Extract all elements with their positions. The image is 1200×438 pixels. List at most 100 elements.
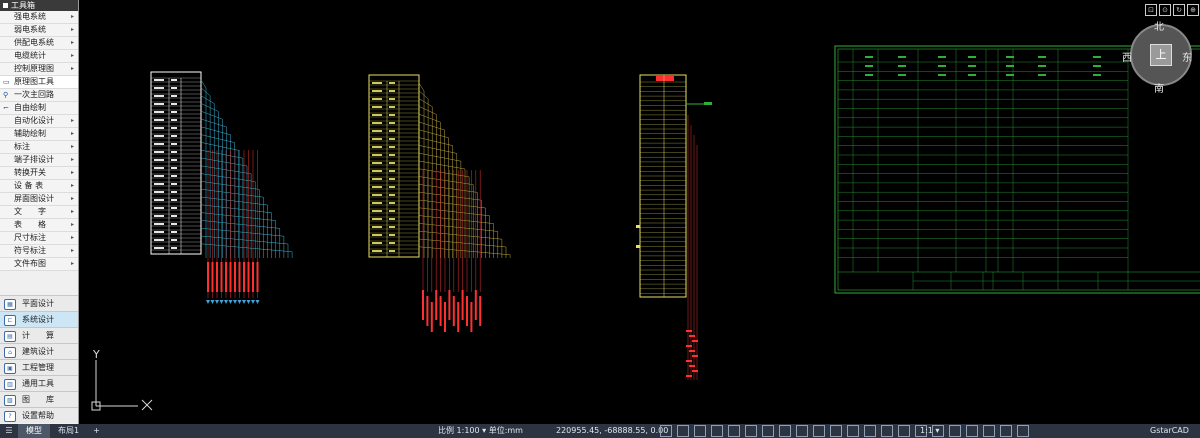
tab-layout1[interactable]: 布局1 <box>50 424 87 438</box>
category-button[interactable]: ▧ 图 库 <box>0 391 78 407</box>
toolbox-menu-item[interactable]: 标注 ▸ <box>0 141 78 154</box>
scale-selector[interactable]: 比例 1:100 ▾ 单位:mm <box>438 424 523 438</box>
status-toggle-icon[interactable] <box>813 425 825 437</box>
table-text-mark <box>154 151 164 153</box>
table-text-mark <box>389 218 395 220</box>
toolbox-menu-item[interactable]: 文件布图 ▸ <box>0 258 78 271</box>
view-cube-top-face[interactable]: 上 <box>1150 44 1172 66</box>
menu-item-label: 供配电系统 <box>14 38 54 47</box>
status-toggle-icon[interactable] <box>1017 425 1029 437</box>
tab-model[interactable]: 模型 <box>18 424 50 438</box>
toolbox-menu-item[interactable]: 强电系统 ▸ <box>0 11 78 24</box>
category-button[interactable]: ▣ 工程管理 <box>0 359 78 375</box>
submenu-arrow-icon: ▸ <box>70 221 74 228</box>
wire-arrow <box>237 300 242 304</box>
category-button[interactable]: ▤ 计 算 <box>0 327 78 343</box>
wire-label <box>430 302 433 332</box>
toolbox-menu-item[interactable]: 弱电系统 ▸ <box>0 24 78 37</box>
status-toggle-icon[interactable] <box>1000 425 1012 437</box>
menu-item-label: 一次主回路 <box>14 90 54 99</box>
view-cube-south[interactable]: 南 <box>1154 80 1164 95</box>
wire-arrow <box>224 300 228 304</box>
wire-label <box>247 262 250 292</box>
menu-icon[interactable]: ☰ <box>0 424 18 438</box>
status-toggle-icon[interactable] <box>949 425 961 437</box>
toolbox-menu-item[interactable]: 控制原理图 ▸ <box>0 63 78 76</box>
view-tool-icon[interactable]: ⊙ <box>1159 4 1171 16</box>
add-layout-button[interactable]: + <box>87 424 106 438</box>
wire-label <box>439 296 442 326</box>
toolbox-menu-item[interactable]: 文 字 ▸ <box>0 206 78 219</box>
cyan-leader <box>200 87 211 258</box>
table-text-mark <box>389 162 395 164</box>
view-tool-icon[interactable]: ⊡ <box>1145 4 1157 16</box>
wire-label <box>256 262 259 292</box>
toolbox-menu-item[interactable]: 设 备 表 ▸ <box>0 180 78 193</box>
submenu-arrow-icon: ▸ <box>70 260 74 267</box>
equipment-text-mark <box>968 65 976 67</box>
cyan-leader <box>200 149 244 258</box>
category-button[interactable]: ▥ 通用工具 <box>0 375 78 391</box>
menu-item-label: 屏面图设计 <box>14 194 54 203</box>
toolbox-menu-item[interactable]: 辅助绘制 ▸ <box>0 128 78 141</box>
status-toggle-icon[interactable] <box>796 425 808 437</box>
equipment-text-mark <box>968 56 976 58</box>
toolbox-menu-item[interactable]: 屏面图设计 ▸ <box>0 193 78 206</box>
equipment-text-mark <box>1006 56 1014 58</box>
toolbox-menu-item[interactable]: 转换开关 ▸ <box>0 167 78 180</box>
status-toggle-icon[interactable] <box>779 425 791 437</box>
category-button[interactable]: ▦ 平面设计 <box>0 295 78 311</box>
green-label <box>704 102 712 105</box>
status-toggle-icon[interactable] <box>711 425 723 437</box>
toolbox-menu-item[interactable]: 电缆统计 ▸ <box>0 50 78 63</box>
status-toggle-icon[interactable] <box>728 425 740 437</box>
status-toggle-icon[interactable] <box>966 425 978 437</box>
toolbox-menu-item[interactable]: 自动化设计 ▸ <box>0 115 78 128</box>
toolbox-menu-item[interactable]: ▭ 原理图工具 <box>0 76 78 89</box>
submenu-arrow-icon: ▸ <box>70 26 74 33</box>
table-text-mark <box>372 154 382 156</box>
equipment-text-mark <box>1038 56 1046 58</box>
toolbox-menu-item[interactable]: ⚲ 一次主回路 <box>0 89 78 102</box>
toolbox-menu-item[interactable]: ⌐ 自由绘制 <box>0 102 78 115</box>
view-cube-east[interactable]: 东 <box>1182 49 1192 64</box>
status-toggle-icon[interactable] <box>694 425 706 437</box>
toolbox-menu-item[interactable]: 端子排设计 ▸ <box>0 154 78 167</box>
table-text-mark <box>171 199 177 201</box>
status-toggle-icon[interactable] <box>881 425 893 437</box>
status-toggle-icon[interactable] <box>830 425 842 437</box>
toolbox-title: 工具箱 <box>11 1 35 10</box>
table-text-mark <box>171 175 177 177</box>
table-text-mark <box>389 138 395 140</box>
status-toggle-icon[interactable] <box>983 425 995 437</box>
table-text-mark <box>372 226 382 228</box>
table-text-mark <box>171 183 177 185</box>
category-button[interactable]: ⊏ 系统设计 <box>0 311 78 327</box>
category-button[interactable]: ? 设置帮助 <box>0 407 78 423</box>
status-toggle-icon[interactable] <box>677 425 689 437</box>
category-button[interactable]: ⌂ 建筑设计 <box>0 343 78 359</box>
toolbox-title-bar: 工具箱 <box>0 0 78 11</box>
status-toggle-icon[interactable] <box>898 425 910 437</box>
table-text-mark <box>171 223 177 225</box>
status-toggle-icon[interactable] <box>762 425 774 437</box>
view-tool-icon[interactable]: ⊕ <box>1187 4 1199 16</box>
toolbox-menu-item[interactable]: 符号标注 ▸ <box>0 245 78 258</box>
status-toggle-icon[interactable] <box>745 425 757 437</box>
annotation-scale[interactable]: 1:1 ▾ <box>920 424 939 438</box>
table-text-mark <box>389 90 395 92</box>
category-icon: ⌂ <box>4 347 16 358</box>
cad-drawing[interactable] <box>78 0 1200 424</box>
toolbox-menu-item[interactable]: 表 格 ▸ <box>0 219 78 232</box>
wire-label <box>238 262 241 292</box>
view-cube-north[interactable]: 北 <box>1154 18 1164 33</box>
status-toggle-icon[interactable] <box>660 425 672 437</box>
view-cube-west[interactable]: 西 <box>1122 49 1132 64</box>
toolbox-menu-item[interactable]: 供配电系统 ▸ <box>0 37 78 50</box>
status-toggle-icon[interactable] <box>847 425 859 437</box>
toolbox-menu-item[interactable]: 尺寸标注 ▸ <box>0 232 78 245</box>
view-tool-icon[interactable]: ↻ <box>1173 4 1185 16</box>
view-cube[interactable]: 上 北 南 东 西 <box>1122 18 1194 98</box>
equipment-text-mark <box>1038 65 1046 67</box>
status-toggle-icon[interactable] <box>864 425 876 437</box>
